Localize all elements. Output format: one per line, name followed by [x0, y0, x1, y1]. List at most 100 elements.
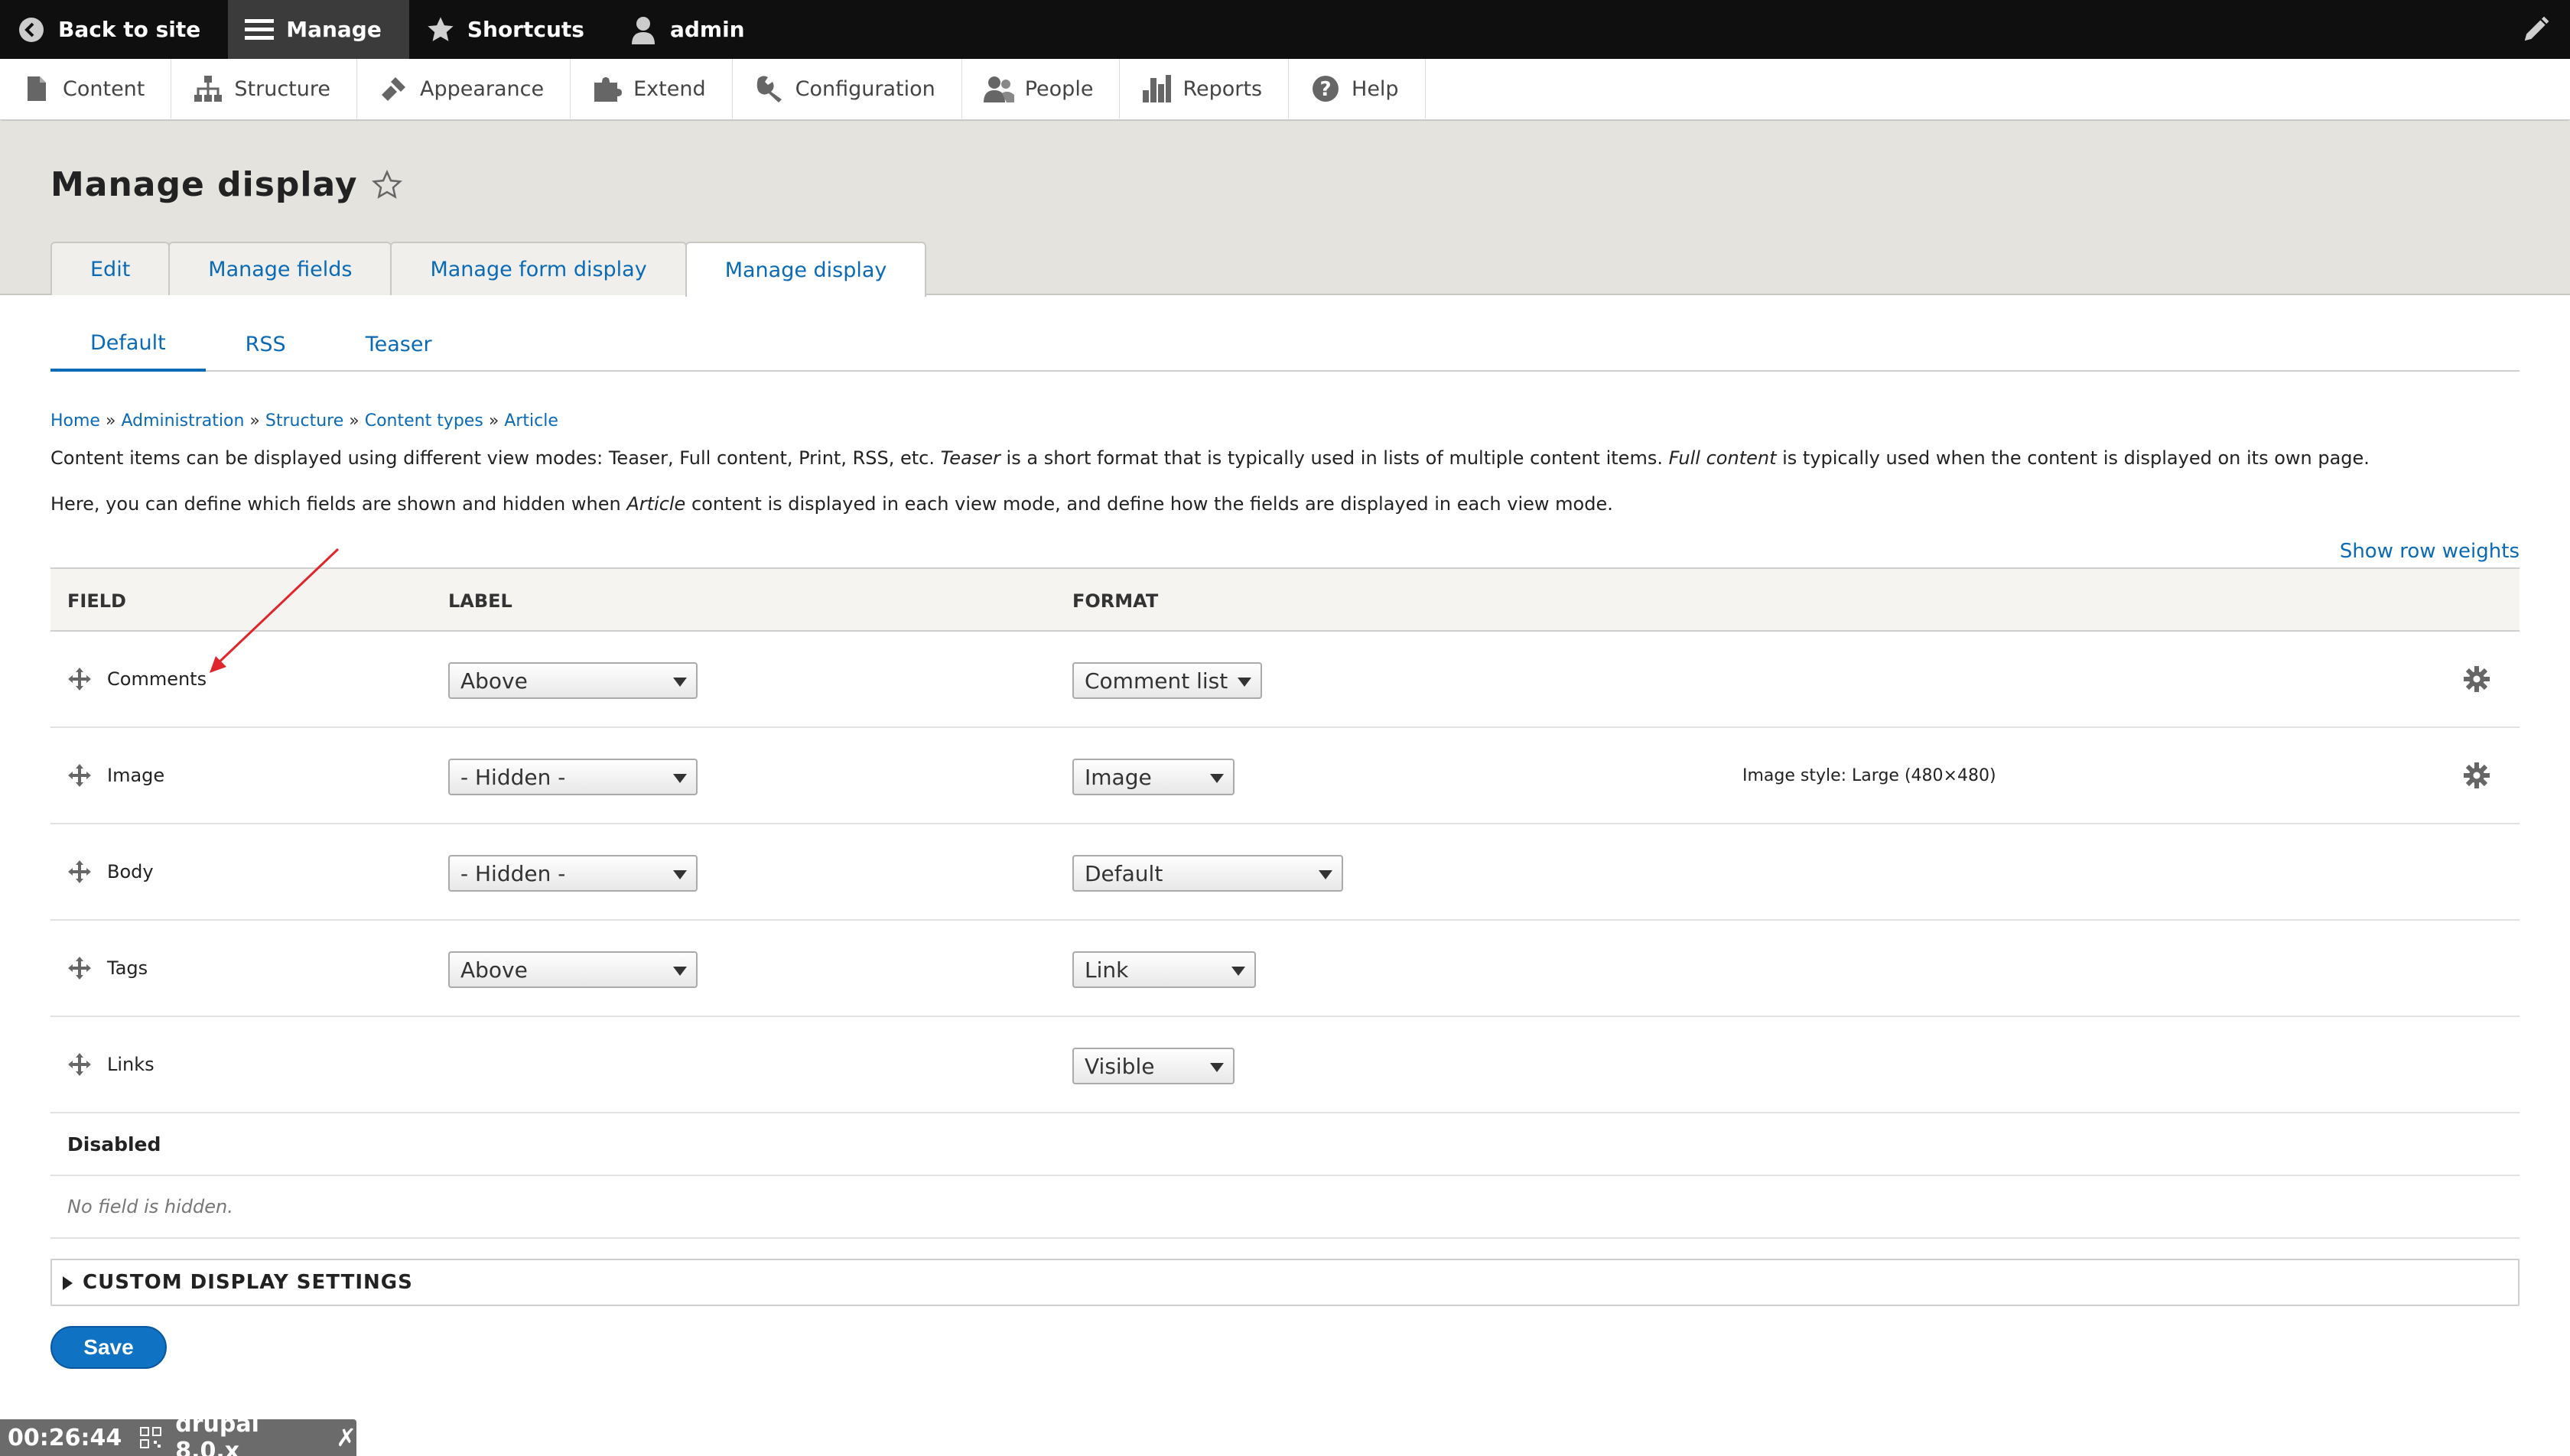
annotation-arrow	[210, 548, 340, 673]
format-select[interactable]: Image	[1072, 759, 1235, 795]
select-value: Visible	[1085, 1053, 1155, 1079]
qr-icon	[140, 1427, 162, 1448]
table-row: Links Visible	[50, 1017, 2520, 1113]
hamburger-icon	[245, 15, 275, 44]
save-button[interactable]: Save	[50, 1326, 167, 1369]
people-icon	[983, 73, 1014, 104]
primary-tabs: Edit Manage fields Manage form display M…	[50, 242, 927, 297]
tab-manage-fields[interactable]: Manage fields	[168, 242, 392, 295]
dropdown-arrow-icon	[1319, 870, 1332, 879]
recorder-close[interactable]: ✗	[336, 1423, 356, 1452]
help-text-1: Content items can be displayed using dif…	[50, 447, 2370, 469]
region-empty-message: No field is hidden.	[50, 1176, 2520, 1239]
help-text-em: Teaser	[940, 447, 1000, 469]
gear-icon[interactable]	[2463, 665, 2490, 693]
menu-item-label: Configuration	[795, 76, 935, 101]
toolbar-manage[interactable]: Manage	[228, 0, 409, 59]
select-value: Above	[460, 957, 528, 983]
label-select[interactable]: Above	[448, 662, 698, 699]
format-select[interactable]: Comment list	[1072, 662, 1262, 699]
field-name: Comments	[107, 668, 207, 690]
page-title-text: Manage display	[50, 165, 358, 204]
menu-item-appearance[interactable]: Appearance	[357, 59, 571, 119]
toolbar-back-to-site[interactable]: Back to site	[0, 0, 228, 59]
breadcrumb-structure[interactable]: Structure	[265, 411, 343, 431]
drag-handle-icon[interactable]	[67, 860, 92, 884]
label-select[interactable]: - Hidden -	[448, 855, 698, 892]
drag-handle-icon[interactable]	[67, 763, 92, 788]
secondary-tabs: Default RSS Teaser	[50, 317, 2520, 372]
column-header-field: FIELD	[67, 590, 126, 612]
dropdown-arrow-icon	[673, 870, 687, 879]
triangle-right-icon	[63, 1276, 73, 1290]
admin-menu-tray: Content Structure Appearance Extend Conf…	[0, 59, 2570, 120]
recorder-app: drupal 8.0.x	[175, 1411, 259, 1456]
menu-item-content[interactable]: Content	[0, 59, 172, 119]
wrench-icon	[754, 73, 785, 104]
help-icon: ?	[1310, 73, 1341, 104]
menu-item-help[interactable]: ? Help	[1289, 59, 1426, 119]
label-select[interactable]: Above	[448, 951, 698, 988]
page-title: Manage display	[50, 165, 402, 204]
structure-icon	[193, 73, 223, 104]
label-select[interactable]: - Hidden -	[448, 759, 698, 795]
menu-item-reports[interactable]: Reports	[1120, 59, 1290, 119]
select-value: Above	[460, 668, 528, 694]
help-text-part: is a short format that is typically used…	[1000, 447, 1669, 469]
pencil-icon[interactable]	[2521, 15, 2550, 44]
format-select[interactable]: Visible	[1072, 1048, 1235, 1084]
dropdown-arrow-icon	[673, 774, 687, 783]
help-text-em: Article	[626, 493, 686, 515]
breadcrumb-content-types[interactable]: Content types	[365, 411, 483, 431]
field-name: Tags	[107, 957, 148, 979]
drag-handle-icon[interactable]	[67, 667, 92, 691]
menu-item-extend[interactable]: Extend	[571, 59, 733, 119]
subtab-default[interactable]: Default	[50, 317, 206, 372]
menu-item-label: Content	[63, 76, 145, 101]
menu-item-people[interactable]: People	[962, 59, 1121, 119]
recorder-badge: 00:26:44 drupal 8.0.x ✗	[0, 1411, 356, 1456]
tab-edit[interactable]: Edit	[50, 242, 171, 295]
menu-item-label: Appearance	[420, 76, 545, 101]
svg-text:?: ?	[1319, 78, 1331, 101]
subtab-teaser[interactable]: Teaser	[326, 317, 472, 372]
back-circle-icon	[17, 15, 46, 44]
format-select[interactable]: Link	[1072, 951, 1256, 988]
region-title: Disabled	[67, 1133, 161, 1155]
drag-handle-icon[interactable]	[67, 1052, 92, 1077]
gear-icon[interactable]	[2463, 762, 2490, 789]
toolbar-user[interactable]: admin	[612, 0, 773, 59]
menu-item-structure[interactable]: Structure	[171, 59, 357, 119]
region-title-disabled: Disabled	[50, 1113, 2520, 1176]
tab-manage-form-display[interactable]: Manage form display	[390, 242, 687, 295]
breadcrumb-home[interactable]: Home	[50, 411, 100, 431]
table-row: Image - Hidden - Image Image style: Larg…	[50, 728, 2520, 824]
star-icon	[426, 15, 455, 44]
menu-item-configuration[interactable]: Configuration	[733, 59, 962, 119]
toolbar-user-label: admin	[669, 17, 745, 42]
custom-display-settings-toggle[interactable]: CUSTOM DISPLAY SETTINGS	[50, 1259, 2520, 1306]
menu-item-label: Extend	[633, 76, 706, 101]
show-row-weights-link[interactable]: Show row weights	[2340, 540, 2520, 563]
format-select[interactable]: Default	[1072, 855, 1343, 892]
drag-handle-icon[interactable]	[67, 956, 92, 980]
table-header: FIELD LABEL FORMAT	[50, 567, 2520, 632]
column-header-label: LABEL	[448, 590, 512, 612]
field-name: Links	[107, 1054, 155, 1075]
column-header-format: FORMAT	[1072, 590, 1159, 612]
menu-item-label: Reports	[1183, 76, 1263, 101]
help-text-part: Here, you can define which fields are sh…	[50, 493, 627, 515]
subtab-rss[interactable]: RSS	[206, 317, 326, 372]
breadcrumb-administration[interactable]: Administration	[121, 411, 244, 431]
select-value: - Hidden -	[460, 860, 566, 886]
select-value: Default	[1085, 860, 1163, 886]
breadcrumb-article[interactable]: Article	[504, 411, 558, 431]
star-outline-icon[interactable]	[371, 169, 402, 200]
menu-item-label: Help	[1352, 76, 1399, 101]
select-value: Link	[1085, 957, 1129, 983]
tab-manage-display[interactable]: Manage display	[685, 242, 927, 297]
brush-icon	[379, 73, 409, 104]
table-row: Tags Above Link	[50, 921, 2520, 1017]
toolbar-shortcuts[interactable]: Shortcuts	[409, 0, 612, 59]
menu-item-label: Structure	[234, 76, 330, 101]
